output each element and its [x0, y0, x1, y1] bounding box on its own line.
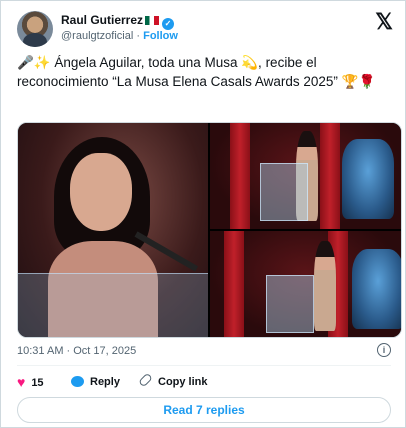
reply-button[interactable]: Reply — [71, 373, 120, 391]
curtain — [230, 123, 250, 229]
statue-sculpture — [352, 249, 401, 329]
tweet-card: Raul Gutierrez ✓ @raulgtzoficial · Follow… — [0, 0, 406, 428]
like-count: 15 — [31, 377, 44, 389]
tweet-text: 🎤✨ Ángela Aguilar, toda una Musa 💫, reci… — [17, 55, 376, 89]
verified-badge-icon: ✓ — [162, 18, 175, 30]
handle-separator: · — [136, 30, 141, 42]
tweet-timestamp[interactable]: 10:31 AM · Oct 17, 2025 — [17, 345, 136, 357]
lectern — [260, 163, 308, 221]
author-name-row[interactable]: Raul Gutierrez ✓ — [61, 13, 175, 30]
media-photo-2[interactable] — [210, 123, 401, 229]
heart-icon: ♥ — [17, 374, 26, 390]
lectern — [18, 273, 208, 337]
reply-label: Reply — [90, 376, 120, 388]
mexico-flag-icon — [145, 16, 160, 25]
author-handle[interactable]: @raulgtzoficial — [61, 30, 133, 42]
author-handle-row: @raulgtzoficial · Follow — [61, 30, 178, 42]
media-photo-1[interactable] — [18, 123, 208, 337]
lectern — [266, 275, 314, 333]
statue-sculpture — [342, 139, 394, 219]
reply-bubble-icon — [71, 376, 84, 387]
copy-link-label: Copy link — [158, 376, 208, 388]
photo-subject — [314, 241, 336, 331]
tweet-header: Raul Gutierrez ✓ @raulgtzoficial · Follow… — [17, 11, 393, 47]
follow-button[interactable]: Follow — [143, 30, 178, 42]
media-photo-3[interactable] — [210, 231, 401, 337]
info-icon[interactable]: i — [377, 343, 391, 357]
x-logo-icon[interactable]: 𝕏 — [375, 11, 393, 33]
avatar[interactable] — [17, 11, 53, 47]
copy-link-button[interactable]: Copy link — [138, 372, 208, 391]
author-name[interactable]: Raul Gutierrez — [61, 13, 143, 27]
divider — [17, 365, 391, 366]
curtain — [320, 123, 340, 229]
like-button[interactable]: ♥ 15 — [17, 373, 44, 391]
read-replies-button[interactable]: Read 7 replies — [17, 397, 391, 423]
curtain — [224, 231, 244, 337]
photo-subject-face — [70, 153, 132, 231]
link-icon — [138, 372, 153, 388]
media-grid — [17, 122, 402, 338]
